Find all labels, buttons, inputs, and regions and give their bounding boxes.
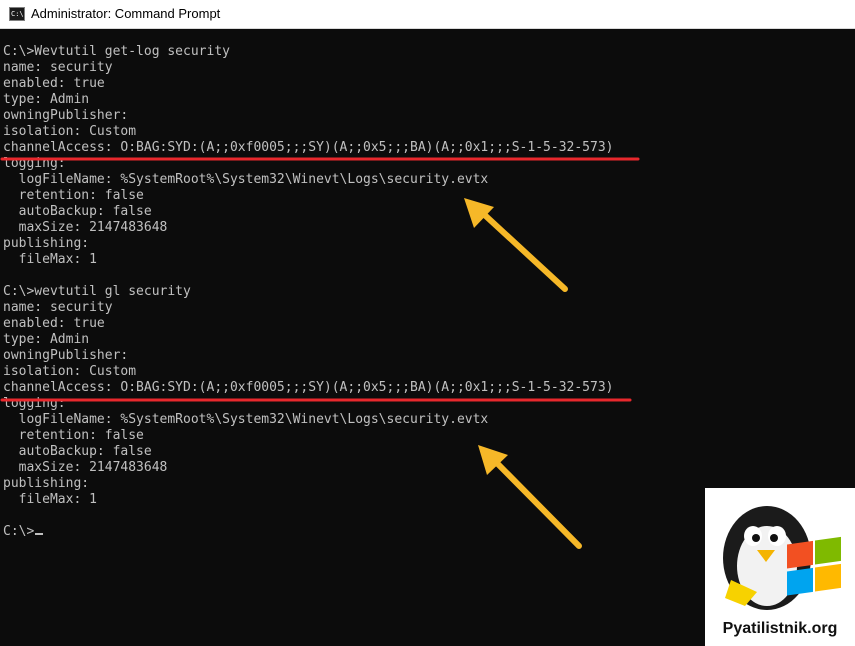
console-line: retention: false [3,188,144,203]
console-line: publishing: [3,476,90,491]
text-cursor [35,533,44,535]
console-lines: C:\>Wevtutil get-log security name: secu… [3,44,613,540]
console-line: channelAccess: O:BAG:SYD:(A;;0xf0005;;;S… [3,140,614,155]
console-line: maxSize: 2147483648 [3,460,168,475]
prompt-line[interactable]: C:\> [3,524,613,540]
console-line: enabled: true [3,76,105,91]
site-logo: Pyatilistnik.org [705,488,855,646]
console-line: channelAccess: O:BAG:SYD:(A;;0xf0005;;;S… [3,380,614,395]
title-bar[interactable]: C:\ Administrator: Command Prompt [0,0,855,29]
console-line: type: Admin [3,92,90,107]
console-line: logFileName: %SystemRoot%\System32\Winev… [3,172,489,187]
console-line: C:\>Wevtutil get-log security [3,44,230,59]
console-line: maxSize: 2147483648 [3,220,168,235]
console-line: owningPublisher: [3,348,129,363]
window-title: Administrator: Command Prompt [31,6,221,21]
console-line: type: Admin [3,332,90,347]
console-line: retention: false [3,428,144,443]
console-line: autoBackup: false [3,204,152,219]
console-line: publishing: [3,236,90,251]
cmd-icon: C:\ [9,7,25,21]
prompt-text: C:\> [3,524,35,539]
console-line: fileMax: 1 [3,252,97,267]
console-line: isolation: Custom [3,364,137,379]
console-line: logging: [3,156,66,171]
console-line: isolation: Custom [3,124,137,139]
console-line: logFileName: %SystemRoot%\System32\Winev… [3,412,489,427]
watermark-text: Pyatilistnik.org [722,620,838,637]
console-line: C:\>wevtutil gl security [3,284,191,299]
penguin-windows-icon [723,506,841,610]
console-line: fileMax: 1 [3,492,97,507]
console-line: logging: [3,396,66,411]
console-line: name: security [3,60,113,75]
console-line: enabled: true [3,316,105,331]
console-line: name: security [3,300,113,315]
console-line: owningPublisher: [3,108,129,123]
console-line: autoBackup: false [3,444,152,459]
